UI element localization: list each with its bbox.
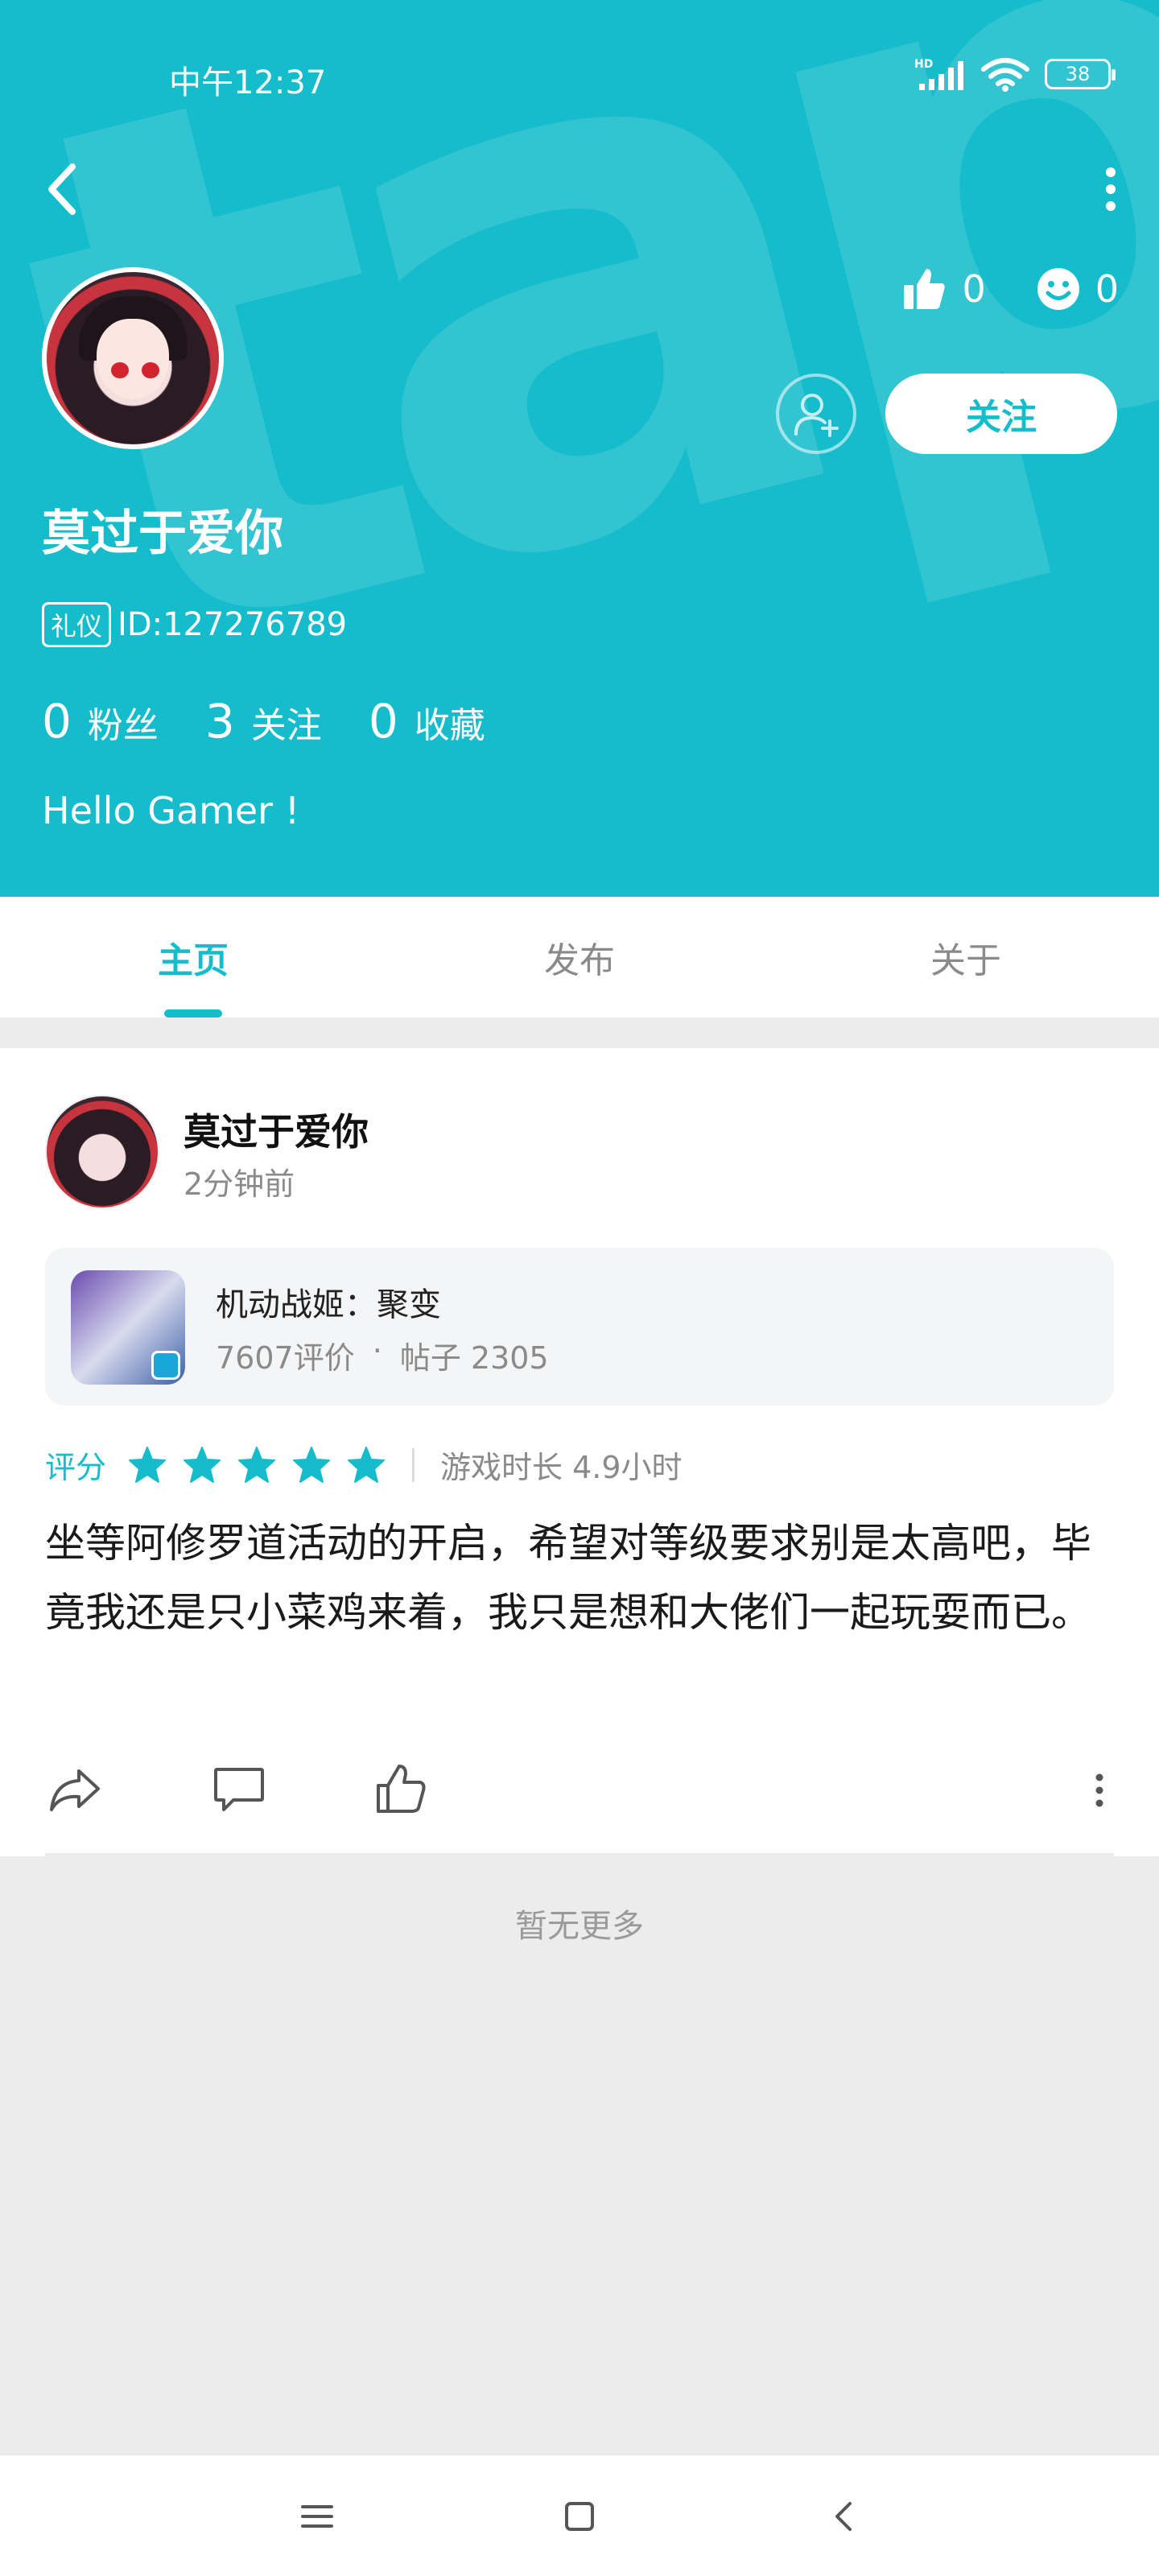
thumbs-up-icon bbox=[904, 269, 946, 309]
share-icon[interactable] bbox=[45, 1760, 105, 1819]
user-id-line: 礼仪 ID:127276789 bbox=[42, 602, 347, 647]
post-author-avatar[interactable] bbox=[45, 1095, 159, 1209]
svg-text:HD: HD bbox=[914, 58, 933, 71]
profile-tabs: 主页 发布 关于 bbox=[0, 897, 1159, 1018]
game-icon bbox=[71, 1270, 185, 1385]
count-number: 3 bbox=[204, 694, 235, 749]
favorites-count[interactable]: 0 收藏 bbox=[369, 694, 485, 749]
status-time: 中午12:37 bbox=[169, 64, 327, 101]
post-text[interactable]: 坐等阿修罗道活动的开启，希望对等级要求别是太高吧，毕竟我还是只小菜鸡来着，我只是… bbox=[45, 1509, 1114, 1647]
home-square-icon[interactable] bbox=[555, 2492, 604, 2541]
tab-home[interactable]: 主页 bbox=[0, 897, 386, 1018]
count-label: 粉丝 bbox=[87, 705, 159, 746]
tab-about[interactable]: 关于 bbox=[773, 897, 1159, 1018]
game-name: 机动战姬：聚变 bbox=[216, 1286, 441, 1323]
star-icon bbox=[348, 1446, 386, 1483]
back-arrow-icon[interactable] bbox=[40, 157, 89, 221]
system-nav-bar bbox=[0, 2454, 1159, 2576]
game-reviews: 7607评价 bbox=[216, 1340, 355, 1376]
play-time: 游戏时长 4.9小时 bbox=[440, 1450, 683, 1485]
user-id: ID:127276789 bbox=[118, 606, 348, 643]
no-more-text: 暂无更多 bbox=[515, 1908, 644, 1945]
following-count[interactable]: 3 关注 bbox=[205, 694, 322, 749]
avatar-face bbox=[97, 319, 169, 399]
followers-count[interactable]: 0 粉丝 bbox=[42, 694, 159, 749]
card-divider bbox=[45, 1853, 1114, 1856]
add-friend-button[interactable] bbox=[776, 374, 856, 454]
post-actions bbox=[45, 1753, 1114, 1826]
battery-level: 38 bbox=[1065, 63, 1091, 85]
avatar-eye bbox=[111, 362, 129, 378]
add-user-icon bbox=[794, 394, 839, 437]
wifi-icon bbox=[981, 58, 1029, 92]
star-icon bbox=[238, 1446, 276, 1483]
status-icons: HD 38 bbox=[914, 56, 1116, 92]
star-icon bbox=[129, 1446, 167, 1483]
rating-label: 评分 bbox=[45, 1450, 107, 1485]
count-label: 关注 bbox=[250, 705, 322, 746]
signal-icon: HD bbox=[914, 58, 963, 90]
rating-divider bbox=[412, 1447, 415, 1482]
meta-separator: · bbox=[372, 1333, 382, 1368]
comment-icon[interactable] bbox=[209, 1760, 269, 1819]
count-number: 0 bbox=[368, 694, 398, 749]
game-posts: 帖子 2305 bbox=[399, 1340, 549, 1376]
more-vertical-icon[interactable] bbox=[1095, 161, 1127, 217]
review-card[interactable]: 莫过于爱你 2分钟前 机动战姬：聚变 7607评价 · 帖子 2305 评分 游… bbox=[0, 1048, 1159, 1856]
back-nav-icon[interactable] bbox=[821, 2492, 869, 2541]
post-time: 2分钟前 bbox=[184, 1166, 295, 1202]
profile-bio: Hello Gamer ! bbox=[42, 789, 300, 832]
likes-stat[interactable]: 0 bbox=[901, 266, 986, 312]
header-reactions: 0 0 bbox=[901, 266, 1119, 312]
star-icon bbox=[293, 1446, 331, 1483]
avatar-eye bbox=[142, 362, 159, 378]
menu-icon[interactable] bbox=[293, 2492, 341, 2541]
etiquette-badge[interactable]: 礼仪 bbox=[42, 602, 112, 647]
count-label: 收藏 bbox=[414, 705, 485, 746]
star-icon bbox=[184, 1446, 221, 1483]
like-icon[interactable] bbox=[372, 1760, 431, 1819]
follow-button[interactable]: 关注 bbox=[885, 374, 1117, 454]
count-number: 0 bbox=[42, 694, 72, 749]
profile-counts: 0 粉丝 3 关注 0 收藏 bbox=[42, 694, 485, 749]
battery-icon: 38 bbox=[1045, 59, 1116, 89]
bilibili-tag-icon bbox=[151, 1351, 180, 1380]
emoji-stat[interactable]: 0 bbox=[1036, 266, 1119, 312]
profile-username: 莫过于爱你 bbox=[42, 506, 283, 562]
game-meta: 7607评价 · 帖子 2305 bbox=[216, 1333, 549, 1377]
smiley-icon bbox=[1037, 268, 1079, 310]
rating-row: 评分 游戏时长 4.9小时 bbox=[45, 1443, 683, 1487]
more-vertical-icon[interactable] bbox=[1083, 1760, 1114, 1819]
post-author-name[interactable]: 莫过于爱你 bbox=[184, 1103, 369, 1156]
profile-header: tapta 中午12:37 HD 38 0 0 关注 莫过于爱你 礼仪 ID:1… bbox=[0, 0, 1159, 897]
profile-avatar[interactable] bbox=[42, 267, 224, 449]
likes-count: 0 bbox=[962, 267, 986, 311]
emoji-count: 0 bbox=[1095, 267, 1119, 311]
tab-posts[interactable]: 发布 bbox=[386, 897, 773, 1018]
game-card[interactable]: 机动战姬：聚变 7607评价 · 帖子 2305 bbox=[45, 1248, 1114, 1406]
